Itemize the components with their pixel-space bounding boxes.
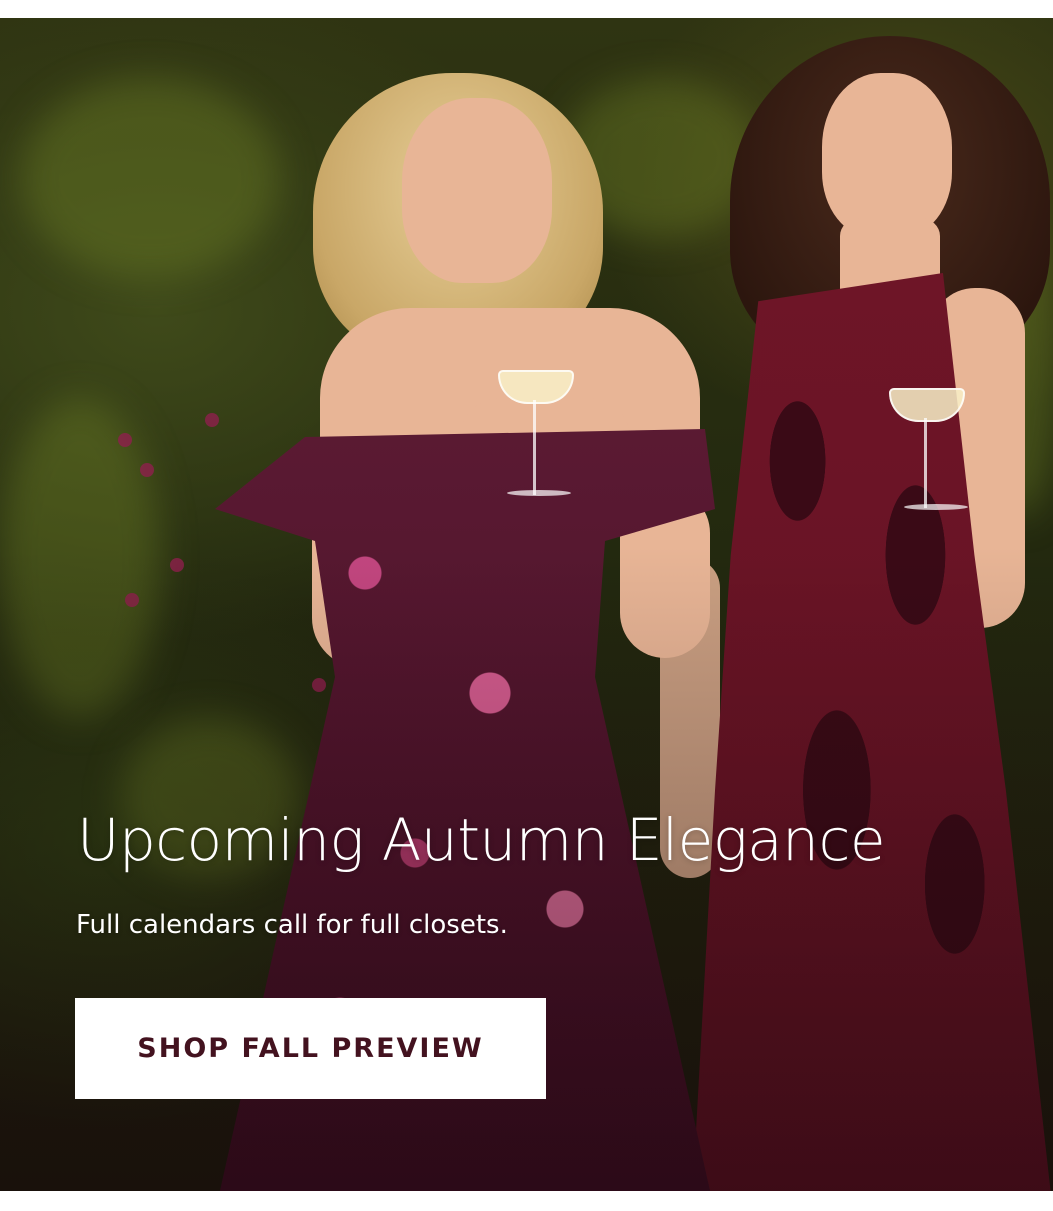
shop-fall-preview-button[interactable]: SHOP FALL PREVIEW <box>75 998 546 1099</box>
hero-subheadline: Full calendars call for full closets. <box>76 910 508 940</box>
hero-banner: Upcoming Autumn Elegance Full calendars … <box>0 18 1053 1191</box>
hero-headline: Upcoming Autumn Elegance <box>77 806 886 874</box>
